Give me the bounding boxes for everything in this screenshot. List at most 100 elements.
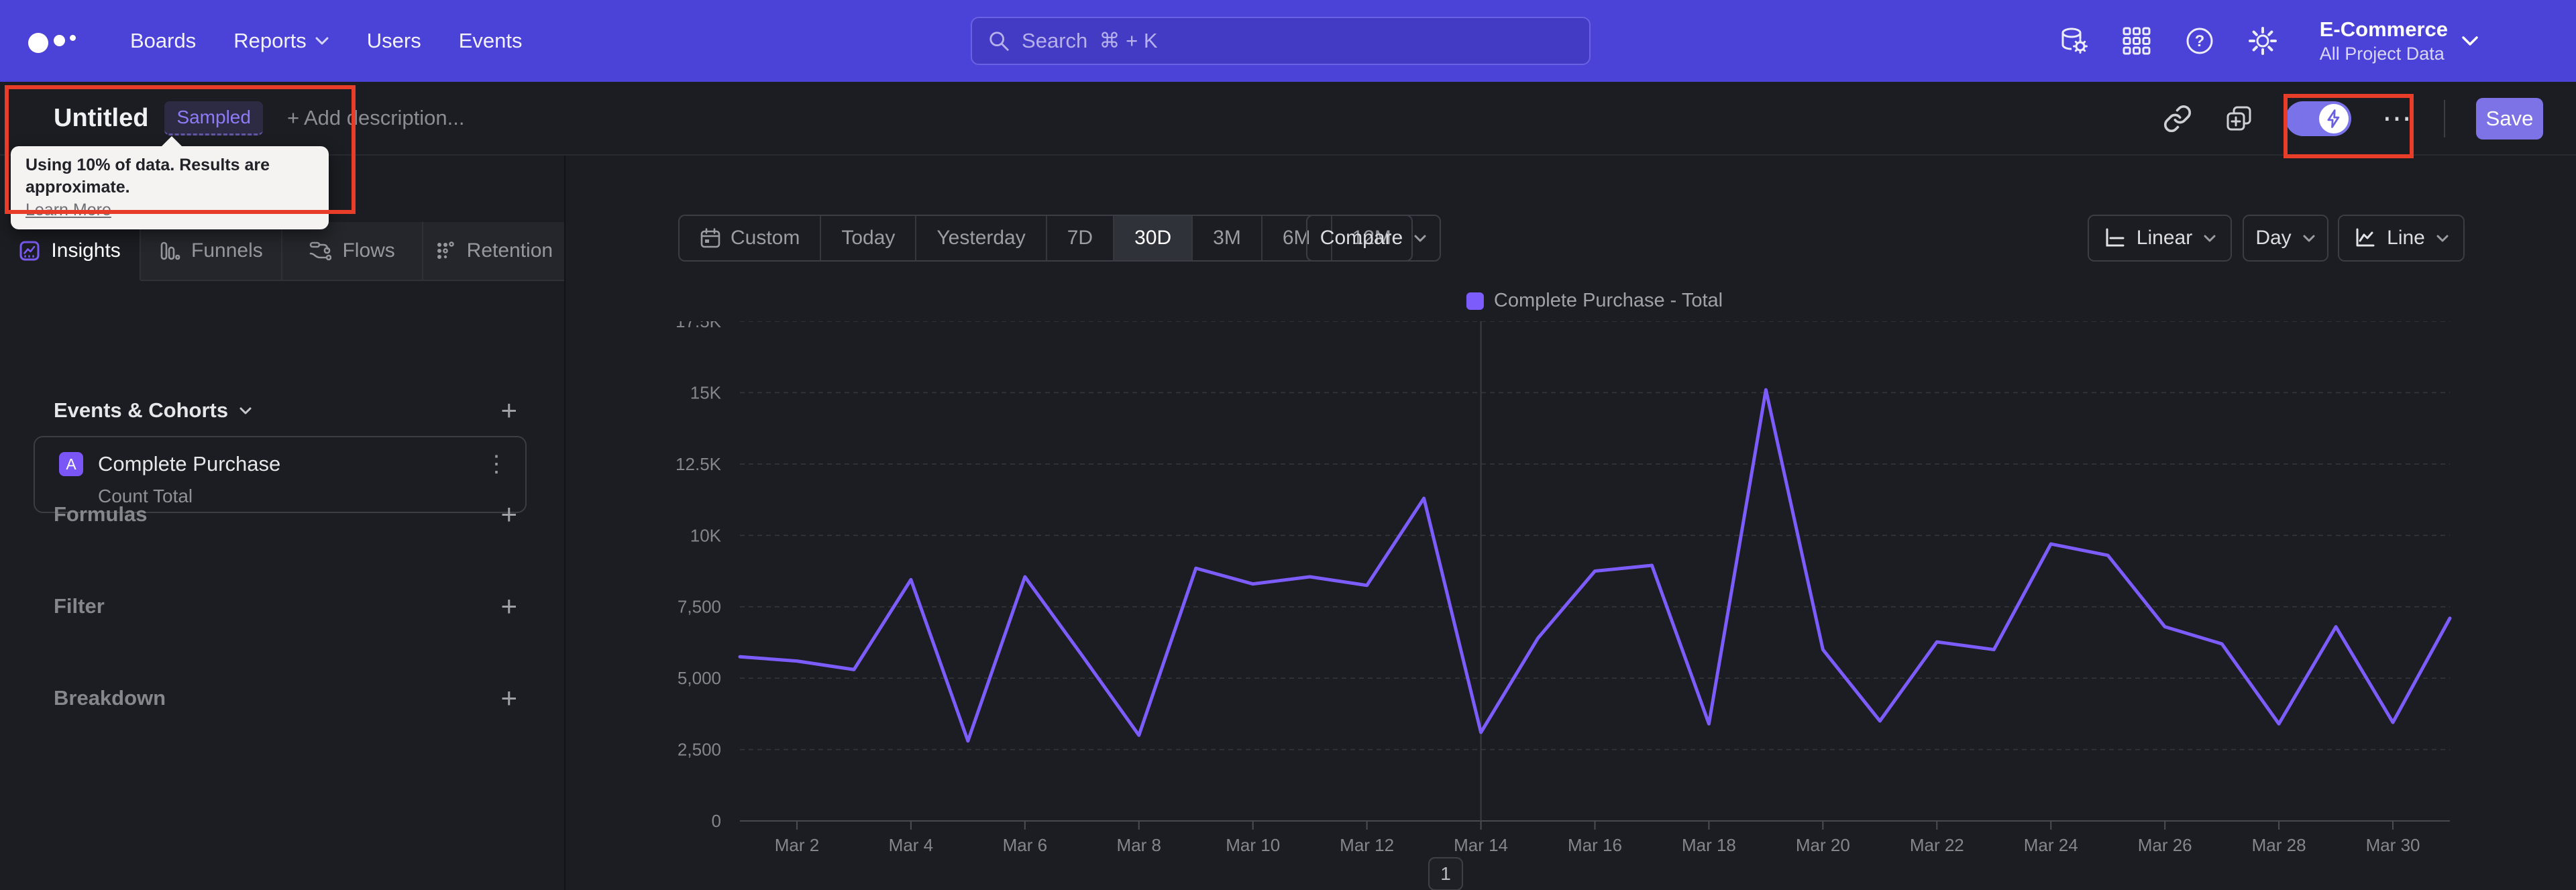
chevron-down-icon: [1414, 235, 1426, 241]
tab-funnels[interactable]: Funnels: [141, 222, 282, 281]
global-search[interactable]: [971, 17, 1591, 65]
chart-panel: Custom Today Yesterday 7D 30D 3M 6M 12M Compare…: [566, 156, 2576, 890]
x-tick-label: Mar 8: [1117, 835, 1161, 855]
nav-item-reports[interactable]: Reports: [215, 0, 348, 82]
pagination-page-1[interactable]: 1: [1428, 857, 1463, 890]
x-tick-label: Mar 28: [2252, 835, 2306, 855]
tab-flows[interactable]: Flows: [282, 222, 423, 281]
y-tick-label: 0: [712, 811, 721, 831]
range-today[interactable]: Today: [821, 216, 917, 260]
data-management-icon[interactable]: [2058, 25, 2089, 56]
settings-gear-icon[interactable]: [2247, 25, 2278, 56]
link-icon[interactable]: [2162, 103, 2193, 134]
search-icon: [989, 32, 1009, 51]
formulas-label: Formulas: [54, 502, 148, 526]
project-switcher[interactable]: E-Commerce All Project Data: [2320, 17, 2479, 64]
report-actions: ⋯ Save: [2162, 82, 2543, 156]
series-line: [738, 388, 2452, 743]
x-tick-label: Mar 26: [2138, 835, 2192, 855]
range-7d[interactable]: 7D: [1047, 216, 1115, 260]
chevron-down-icon: [315, 37, 329, 45]
tab-label: Flows: [342, 239, 395, 262]
sampled-badge[interactable]: Sampled: [164, 101, 263, 135]
nav-label: Events: [458, 29, 523, 52]
chart-legend[interactable]: Complete Purchase - Total: [1466, 290, 1723, 312]
linear-scale-icon: [2106, 228, 2125, 247]
nav-label: Boards: [130, 29, 197, 52]
more-menu-button[interactable]: ⋯: [2382, 104, 2413, 133]
query-builder-sidebar: Insights Funnels Flows Retention Events …: [0, 156, 566, 890]
interval-dropdown[interactable]: Day: [2243, 215, 2328, 262]
learn-more-link[interactable]: Learn More: [25, 201, 111, 220]
range-custom[interactable]: Custom: [680, 216, 822, 260]
help-icon[interactable]: ?: [2184, 25, 2215, 56]
retention-icon: [437, 241, 454, 259]
range-label: Yesterday: [936, 227, 1026, 249]
add-breakdown-button[interactable]: +: [500, 684, 517, 712]
x-tick-label: Mar 4: [889, 835, 933, 855]
compare-label: Compare: [1320, 227, 1403, 249]
chevron-down-icon: [2204, 235, 2216, 241]
nav-item-events[interactable]: Events: [440, 0, 541, 82]
mixpanel-logo-icon[interactable]: [28, 27, 82, 54]
range-label: 3M: [1213, 227, 1241, 249]
main-nav: Boards Reports Users Events: [111, 0, 541, 82]
x-tick-label: Mar 22: [1910, 835, 1964, 855]
top-navbar: Boards Reports Users Events Search ⌘ + K…: [0, 0, 2576, 82]
report-type-tabs: Insights Funnels Flows Retention: [0, 222, 564, 281]
events-cohorts-header: Events & Cohorts +: [0, 390, 564, 431]
report-title[interactable]: Untitled: [54, 104, 148, 133]
y-tick-label: 17.5K: [676, 321, 722, 331]
event-kebab-menu[interactable]: ⋮: [485, 451, 508, 478]
add-event-button[interactable]: +: [500, 396, 517, 425]
nav-label: Users: [366, 29, 421, 52]
add-filter-button[interactable]: +: [500, 592, 517, 620]
event-card-row: A Complete Purchase ⋮: [59, 451, 508, 478]
x-tick-label: Mar 24: [2024, 835, 2078, 855]
formulas-section: Formulas +: [0, 494, 564, 535]
search-input[interactable]: [1022, 29, 1573, 53]
range-3m[interactable]: 3M: [1193, 216, 1263, 260]
breakdown-section: Breakdown +: [0, 678, 564, 718]
tab-label: Funnels: [191, 239, 263, 262]
nav-item-users[interactable]: Users: [348, 0, 440, 82]
interval-label: Day: [2255, 227, 2292, 249]
tab-retention[interactable]: Retention: [423, 222, 564, 281]
sampling-toggle[interactable]: [2286, 101, 2351, 136]
range-30d[interactable]: 30D: [1114, 216, 1193, 260]
mixpanel-insights-page: Boards Reports Users Events Search ⌘ + K…: [0, 0, 2576, 890]
chart-type-label: Line: [2387, 227, 2425, 249]
chart-type-dropdown[interactable]: Line: [2338, 215, 2465, 262]
chevron-down-icon: [2303, 235, 2315, 241]
x-tick-label: Mar 2: [775, 835, 819, 855]
x-tick-label: Mar 6: [1003, 835, 1047, 855]
y-tick-label: 10K: [690, 525, 722, 545]
insights-icon: [19, 241, 40, 261]
y-tick-label: 5,000: [678, 668, 721, 688]
add-formula-button[interactable]: +: [500, 500, 517, 529]
range-label: 7D: [1067, 227, 1093, 249]
events-cohorts-label[interactable]: Events & Cohorts: [54, 398, 252, 423]
range-yesterday[interactable]: Yesterday: [916, 216, 1047, 260]
flows-icon: [310, 241, 332, 261]
apps-grid-icon[interactable]: [2121, 25, 2152, 56]
add-to-board-icon[interactable]: [2224, 103, 2255, 134]
x-tick-label: Mar 20: [1796, 835, 1850, 855]
sampling-tooltip: Using 10% of data. Results are approxima…: [11, 136, 329, 229]
nav-label: Reports: [233, 29, 307, 52]
scale-dropdown[interactable]: Linear: [2088, 215, 2232, 262]
chevron-down-icon: [2436, 235, 2449, 241]
y-tick-label: 15K: [690, 382, 722, 402]
x-tick-label: Mar 18: [1682, 835, 1736, 855]
add-description[interactable]: + Add description...: [287, 106, 465, 130]
nav-item-boards[interactable]: Boards: [111, 0, 215, 82]
compare-button[interactable]: Compare: [1306, 215, 1441, 262]
tooltip-text: Using 10% of data. Results are approxima…: [25, 156, 270, 197]
save-button[interactable]: Save: [2476, 98, 2543, 140]
project-scope: All Project Data: [2319, 44, 2445, 64]
report-header: Untitled Sampled + Add description... ⋯ …: [0, 82, 2576, 156]
y-tick-label: 12.5K: [676, 454, 722, 474]
tab-insights[interactable]: Insights: [0, 222, 142, 281]
line-chart-icon: [2356, 228, 2375, 247]
chart-svg: 17.5K 15K 12.5K 10K 7,500 5,000 2,500 0 Mar 2 Mar…: [676, 321, 2452, 855]
